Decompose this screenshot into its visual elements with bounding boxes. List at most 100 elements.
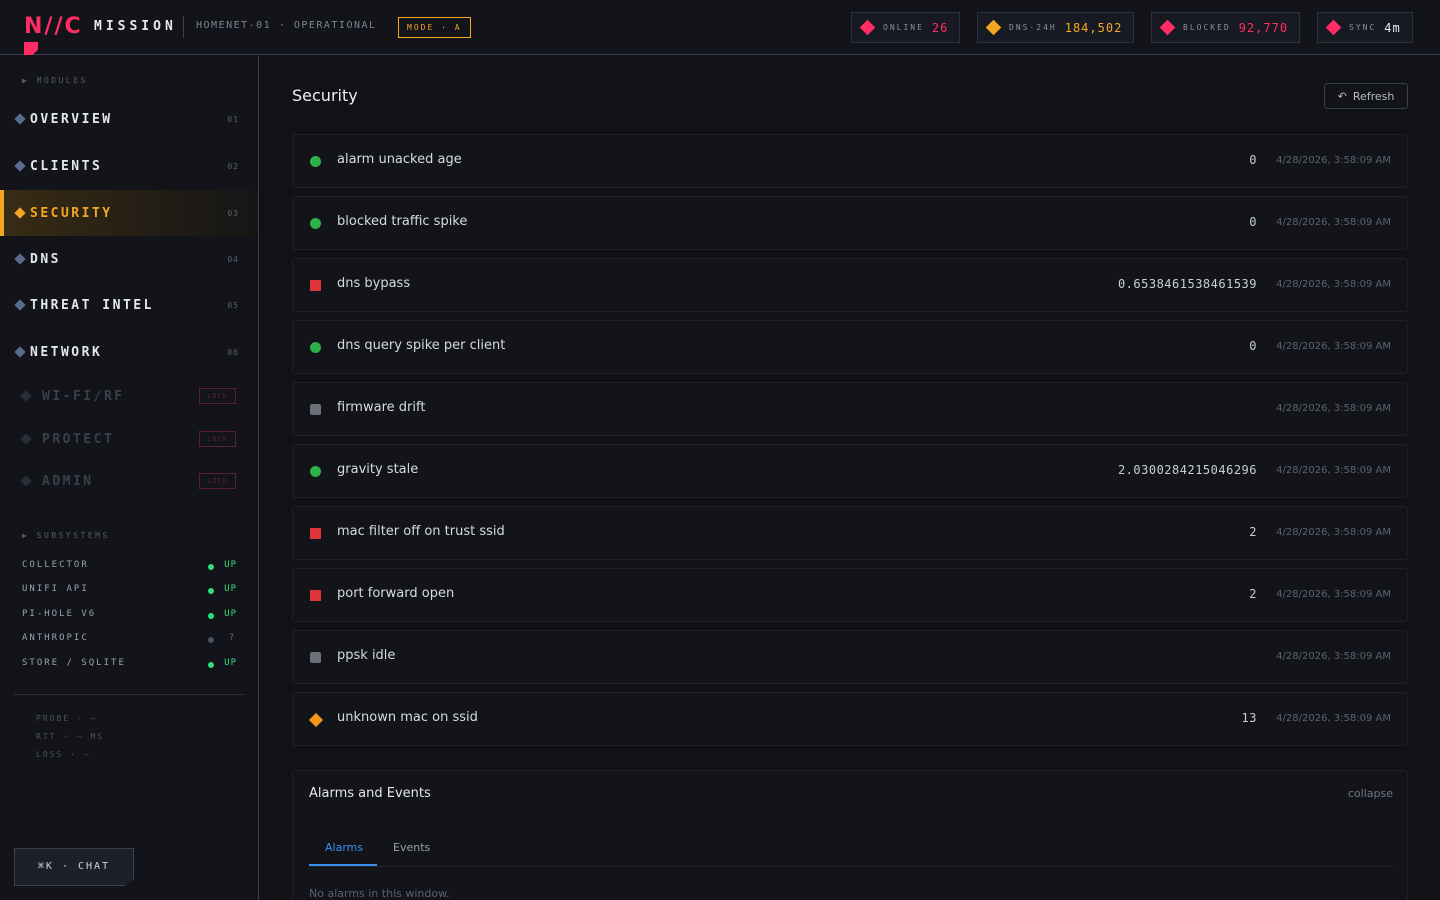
subsystem-pi-hole: PI-HOLE V6 UP: [22, 609, 237, 619]
sidebar-item-security[interactable]: SECURITY 03: [0, 190, 258, 236]
stat-blocked: BLOCKED 92,770: [1151, 12, 1301, 43]
refresh-icon: ↶: [1337, 89, 1347, 103]
alarm-value: 0: [1249, 215, 1257, 229]
lock-badge: LOCK: [199, 473, 236, 489]
alarm-name: gravity stale: [337, 462, 419, 477]
status-dot-icon: [208, 588, 214, 594]
alarm-name: unknown mac on ssid: [337, 710, 478, 725]
status-dot-icon: [208, 564, 214, 570]
sidebar-item-protect: PROTECT LOCK: [0, 416, 258, 462]
tab-events[interactable]: Events: [393, 841, 430, 854]
status-indicator-icon: [310, 280, 321, 291]
subsystems-heading: ▶ SUBSYSTEMS: [22, 531, 110, 540]
alarm-name: dns bypass: [337, 276, 411, 291]
sidebar-item-clients[interactable]: CLIENTS 02: [0, 143, 258, 189]
alarm-timestamp: 4/28/2026, 3:58:09 AM: [1276, 589, 1391, 600]
alarm-row[interactable]: port forward open 2 4/28/2026, 3:58:09 AM: [292, 568, 1408, 622]
alarm-value: 2: [1249, 525, 1257, 539]
divider: [183, 16, 184, 38]
chat-button[interactable]: ⌘K · CHAT: [14, 848, 134, 886]
active-tab-indicator: [309, 864, 377, 866]
panel-title: Alarms and Events: [309, 786, 431, 801]
diamond-icon: [20, 475, 32, 487]
alarm-row[interactable]: dns query spike per client 0 4/28/2026, 3:…: [292, 320, 1408, 374]
diamond-icon: [859, 19, 876, 36]
status-dot-icon: [208, 637, 214, 643]
diamond-icon: [14, 253, 26, 265]
alarm-value: 2: [1249, 587, 1257, 601]
alarm-row[interactable]: mac filter off on trust ssid 2 4/28/2026, …: [292, 506, 1408, 560]
alarm-name: port forward open: [337, 586, 455, 601]
lock-badge: LOCK: [199, 388, 236, 404]
status-indicator-icon: [310, 466, 321, 477]
status-dot-icon: [208, 662, 214, 668]
diamond-icon: [14, 346, 26, 358]
alarm-row[interactable]: ppsk idle 4/28/2026, 3:58:09 AM: [292, 630, 1408, 684]
status-indicator-icon: [310, 590, 321, 601]
main-content: Security ↶ Refresh alarm unacked age 0 4/2…: [260, 56, 1440, 900]
sidebar-item-overview[interactable]: OVERVIEW 01: [0, 96, 258, 142]
lock-badge: LOCK: [199, 431, 236, 447]
alarm-value: 0: [1249, 153, 1257, 167]
alarm-timestamp: 4/28/2026, 3:58:09 AM: [1276, 403, 1391, 414]
alarm-timestamp: 4/28/2026, 3:58:09 AM: [1276, 155, 1391, 166]
subsystem-collector: COLLECTOR UP: [22, 560, 237, 570]
tab-alarms[interactable]: Alarms: [325, 841, 363, 854]
loss-readout: LOSS · —: [36, 750, 91, 759]
diamond-icon: [14, 299, 26, 311]
page-title: Security: [292, 86, 358, 105]
alarm-row[interactable]: blocked traffic spike 0 4/28/2026, 3:58:09…: [292, 196, 1408, 250]
status-indicator-icon: [310, 342, 321, 353]
alarm-timestamp: 4/28/2026, 3:58:09 AM: [1276, 713, 1391, 724]
sidebar-item-admin: ADMIN LOCK: [0, 458, 258, 504]
stat-dns-24h: DNS·24H 184,502: [977, 12, 1135, 43]
alarm-timestamp: 4/28/2026, 3:58:09 AM: [1276, 527, 1391, 538]
tab-bar: Alarms Events: [309, 833, 1393, 867]
diamond-icon: [14, 207, 26, 219]
alarm-timestamp: 4/28/2026, 3:58:09 AM: [1276, 465, 1391, 476]
host-status: HOMENET-01 · OPERATIONAL: [196, 20, 377, 31]
diamond-icon: [1325, 19, 1342, 36]
status-indicator-icon: [310, 156, 321, 167]
refresh-button[interactable]: ↶ Refresh: [1324, 83, 1408, 109]
logo-flag-icon: [24, 42, 38, 55]
alarm-row[interactable]: gravity stale 2.0300284215046296 4/28/2026…: [292, 444, 1408, 498]
alarms-events-panel: Alarms and Events collapse Alarms Events…: [292, 770, 1408, 900]
brand-title: MISSION: [94, 19, 177, 34]
diamond-icon: [1159, 19, 1176, 36]
alarm-name: blocked traffic spike: [337, 214, 468, 229]
modules-heading: ▶ MODULES: [22, 76, 88, 85]
alarm-row[interactable]: alarm unacked age 0 4/28/2026, 3:58:09 AM: [292, 134, 1408, 188]
alarm-timestamp: 4/28/2026, 3:58:09 AM: [1276, 217, 1391, 228]
subsystem-unifi-api: UNIFI API UP: [22, 584, 237, 594]
collapse-button[interactable]: collapse: [1348, 787, 1393, 800]
alarm-row[interactable]: unknown mac on ssid 13 4/28/2026, 3:58:09 …: [292, 692, 1408, 746]
status-indicator-icon: [308, 712, 324, 728]
rtt-readout: RTT · — MS: [36, 732, 105, 741]
mode-badge[interactable]: MODE · A: [398, 17, 471, 38]
alarm-timestamp: 4/28/2026, 3:58:09 AM: [1276, 651, 1391, 662]
empty-state-text: No alarms in this window.: [309, 887, 450, 900]
diamond-icon: [20, 433, 32, 445]
alarm-timestamp: 4/28/2026, 3:58:09 AM: [1276, 341, 1391, 352]
top-bar: N//C MISSION HOMENET-01 · OPERATIONAL MO…: [0, 0, 1440, 55]
subsystem-anthropic: ANTHROPIC ?: [22, 633, 235, 643]
alarm-name: mac filter off on trust ssid: [337, 524, 505, 539]
alarm-row[interactable]: dns bypass 0.6538461538461539 4/28/2026, 3…: [292, 258, 1408, 312]
sidebar-item-network[interactable]: NETWORK 06: [0, 329, 258, 375]
alarm-name: ppsk idle: [337, 648, 396, 663]
alarm-timestamp: 4/28/2026, 3:58:09 AM: [1276, 279, 1391, 290]
status-indicator-icon: [310, 404, 321, 415]
sidebar-item-dns[interactable]: DNS 04: [0, 236, 258, 282]
alarm-row[interactable]: firmware drift 4/28/2026, 3:58:09 AM: [292, 382, 1408, 436]
sidebar: ▶ MODULES OVERVIEW 01 CLIENTS 02 SECURIT…: [0, 56, 259, 900]
alarm-value: 0.6538461538461539: [1117, 277, 1257, 291]
alarm-value: 13: [1241, 711, 1257, 725]
stat-sync: SYNC 4m: [1317, 12, 1413, 43]
sidebar-item-threat-intel[interactable]: THREAT INTEL 05: [0, 282, 258, 328]
status-indicator-icon: [310, 652, 321, 663]
subsystem-store-sqlite: STORE / SQLITE UP: [22, 658, 237, 668]
stat-online: ONLINE 26: [851, 12, 961, 43]
status-indicator-icon: [310, 218, 321, 229]
status-indicator-icon: [310, 528, 321, 539]
